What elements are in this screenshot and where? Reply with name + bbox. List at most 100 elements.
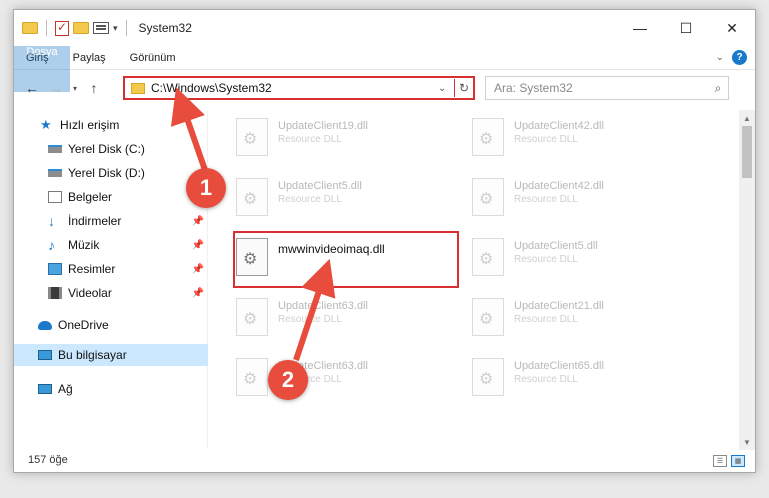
address-dropdown-icon[interactable]: ⌄ [438,83,452,94]
forward-button[interactable]: → [44,80,68,96]
properties-icon[interactable] [93,22,109,34]
sidebar-item-label: Belgeler [68,190,113,204]
sidebar-item-label: Bu bilgisayar [58,348,127,362]
maximize-button[interactable]: ☐ [663,10,709,46]
sidebar-item-documents[interactable]: Belgeler [14,186,208,208]
file-type: Resource DLL [514,134,578,145]
dll-file-icon [472,358,504,396]
pin-icon[interactable]: 📌 [192,288,204,299]
drive-icon [48,169,62,177]
ribbon-tabs: Dosya Giriş Paylaş Görünüm ⌄ ? [14,46,755,92]
dll-file-icon [236,118,268,156]
sidebar-item-music[interactable]: ♪ Müzik 📌 [14,234,208,256]
address-bar[interactable]: C:\Windows\System32 ⌄ ↻ [123,76,475,100]
dll-file-icon [236,358,268,396]
view-toggle: ☰ ▦ [713,455,745,467]
network-icon [38,384,52,394]
toolbar-divider [46,20,47,36]
sidebar-item-label: Ağ [58,382,73,396]
minimize-button[interactable]: — [617,10,663,46]
file-name: UpdateClient65.dll [514,360,604,372]
dll-file-icon [472,118,504,156]
back-button[interactable]: ← [20,80,44,96]
scroll-thumb[interactable] [742,126,752,178]
search-box[interactable]: Ara: System32 ⌕ [485,76,729,100]
status-bar: 157 öğe ☰ ▦ [14,448,755,472]
quick-access-toolbar: ▾ [22,20,131,36]
file-type: Resource DLL [514,254,578,265]
sidebar-item-onedrive[interactable]: OneDrive [14,314,208,336]
sidebar-item-pictures[interactable]: Resimler 📌 [14,258,208,280]
sidebar-item-network[interactable]: Ağ [14,378,208,400]
explorer-window: ▾ System32 — ☐ ✕ Dosya Giriş Paylaş Görü… [13,9,756,473]
file-item[interactable]: UpdateClient5.dll Resource DLL [236,176,456,222]
step-2-badge: 2 [268,360,308,400]
file-item[interactable]: UpdateClient19.dll Resource DLL [236,116,456,162]
help-icon[interactable]: ? [732,50,747,65]
file-item[interactable]: UpdateClient63.dll Resource DLL [236,296,456,342]
properties-check-icon[interactable] [55,20,69,36]
dll-file-icon [236,178,268,216]
sidebar-item-this-pc[interactable]: Bu bilgisayar [14,344,208,366]
customize-toolbar-chevron-icon[interactable]: ▾ [113,23,118,34]
sidebar-item-downloads[interactable]: ↓ İndirmeler 📌 [14,210,208,232]
file-item[interactable]: UpdateClient21.dll Resource DLL [472,296,692,342]
sidebar-item-local-disk-d[interactable]: Yerel Disk (D:) [14,162,208,184]
dll-file-icon [472,298,504,336]
pictures-icon [48,263,62,275]
ribbon-right: ⌄ ? [716,50,747,65]
sidebar-item-label: Videolar [68,286,112,300]
sidebar-item-label: İndirmeler [68,214,122,228]
file-item[interactable]: UpdateClient5.dll Resource DLL [472,236,692,282]
file-type: Resource DLL [278,194,342,205]
file-name: UpdateClient5.dll [514,240,598,252]
videos-icon [48,287,62,299]
sidebar-item-videos[interactable]: Videolar 📌 [14,282,208,304]
navigation-pane: ★ Hızlı erişim Yerel Disk (C:) Yerel Dis… [14,110,208,448]
file-name: UpdateClient19.dll [278,120,368,132]
up-button[interactable]: ↑ [82,80,106,96]
vertical-scrollbar[interactable]: ▲ ▼ [739,110,755,450]
file-item[interactable]: UpdateClient42.dll Resource DLL [472,176,692,222]
file-highlight-box [233,231,459,288]
refresh-button[interactable]: ↻ [455,81,473,95]
address-path[interactable]: C:\Windows\System32 [151,81,438,95]
star-icon: ★ [40,117,52,132]
window-title: System32 [138,21,192,35]
file-item[interactable]: UpdateClient65.dll Resource DLL [472,356,692,402]
sidebar-item-local-disk-c[interactable]: Yerel Disk (C:) [14,138,208,160]
pin-icon[interactable]: 📌 [192,216,204,227]
pin-icon[interactable]: 📌 [192,264,204,275]
music-icon: ♪ [48,237,55,253]
sidebar-item-quick-access[interactable]: ★ Hızlı erişim [14,114,208,136]
file-name: UpdateClient5.dll [278,180,362,192]
recent-locations-button[interactable]: ▾ [68,84,82,93]
cloud-icon [38,320,52,330]
documents-icon [48,191,62,203]
scroll-up-button[interactable]: ▲ [739,110,755,126]
folder-icon [131,82,145,94]
file-type: Resource DLL [278,134,342,145]
expand-ribbon-chevron-icon[interactable]: ⌄ [716,52,724,63]
close-button[interactable]: ✕ [709,10,755,46]
file-name: UpdateClient42.dll [514,120,604,132]
search-input[interactable]: Ara: System32 [494,81,708,95]
drive-icon [48,145,62,153]
computer-icon [38,350,52,360]
file-type: Resource DLL [514,374,578,385]
download-icon: ↓ [48,213,55,229]
search-icon[interactable]: ⌕ [708,81,728,96]
details-view-icon[interactable]: ☰ [713,455,727,467]
sidebar-item-label: Yerel Disk (D:) [68,166,145,180]
file-name: UpdateClient21.dll [514,300,604,312]
pin-icon[interactable]: 📌 [192,240,204,251]
item-count: 157 öğe [28,454,68,466]
file-name: UpdateClient42.dll [514,180,604,192]
sidebar-item-label: OneDrive [58,318,109,332]
file-item[interactable]: UpdateClient42.dll Resource DLL [472,116,692,162]
tiles-view-icon[interactable]: ▦ [731,455,745,467]
sidebar-item-label: Hızlı erişim [60,118,120,132]
new-folder-icon[interactable] [73,22,89,34]
sidebar-item-label: Resimler [68,262,116,276]
tab-view[interactable]: Görünüm [118,46,188,69]
